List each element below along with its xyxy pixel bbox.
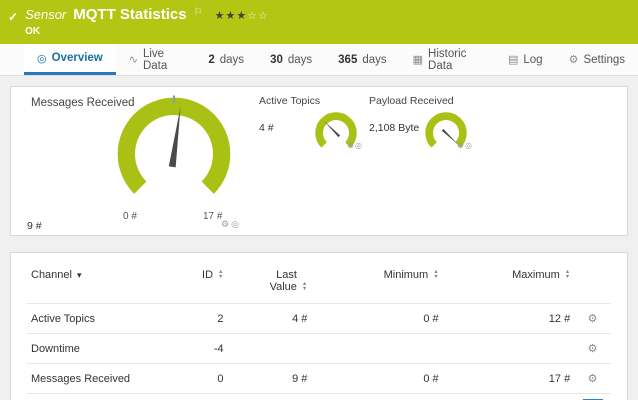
col-header-channel[interactable]: Channel▾ [27,263,168,304]
table-row[interactable]: Payload Received 1 2,108 Byte 0 Byte 2,1… [27,394,611,400]
small-gauge-value: 4 # [259,122,274,134]
col-header-id[interactable]: ID▲▼ [168,263,228,304]
priority-flag-icon[interactable]: ⚐ [194,7,203,18]
overview-icon: ◎ [37,52,47,65]
channels-table: Channel▾ ID▲▼ Last Value▲▼ Minimum▲▼ Max… [27,263,611,400]
priority-stars[interactable]: ★★★☆☆ [215,9,269,22]
gear-icon: ⚙ [569,53,579,66]
messages-received-gauge [109,89,239,219]
channel-id: 0 [168,364,228,394]
tab-overview[interactable]: ◎ Overview [24,44,116,75]
col-header-maximum[interactable]: Maximum▲▼ [443,263,575,304]
tab-live-data[interactable]: ∿ Live Data [116,44,196,75]
channel-maximum: 12 # [443,304,575,334]
prtg-sensor-page: ✓ Sensor MQTT Statistics ⚐ ★★★☆☆ OK ◎ Ov… [0,0,638,400]
col-header-minimum[interactable]: Minimum▲▼ [311,263,442,304]
channel-id: 2 [168,304,228,334]
sensor-title-block: Sensor MQTT Statistics ⚐ ★★★☆☆ OK [25,6,269,37]
tab-bar: ◎ Overview ∿ Live Data 2 days 30 days 36… [0,44,638,76]
gauge-action-icons[interactable]: ⚙◎ [221,220,241,230]
tab-settings[interactable]: ⚙ Settings [556,44,638,75]
channel-last-value [228,334,312,364]
tab-number: 30 [270,54,283,66]
small-gauge-title: Active Topics [259,95,359,107]
channel-maximum: 17 # [443,364,575,394]
gauges-panel: Messages Received 0 # 17 # 9 # ⚙◎ Active… [10,86,628,236]
channel-settings-icon[interactable]: ⚙ [586,372,600,385]
channel-last-value: 9 # [228,364,312,394]
stars-filled[interactable]: ★★★ [215,9,248,22]
sort-icon: ▲▼ [218,270,223,280]
gauge-needle [323,120,340,137]
table-row[interactable]: Messages Received 0 9 # 0 # 17 # ⚙ [27,364,611,394]
gear-icon[interactable]: ⚙ [221,220,231,230]
target-icon[interactable]: ◎ [355,141,363,150]
table-row[interactable]: Active Topics 2 4 # 0 # 12 # ⚙ [27,304,611,334]
channel-settings-icon[interactable]: ⚙ [586,342,600,355]
channel-last-value: 2,108 Byte [228,394,312,400]
channel-last-value: 4 # [228,304,312,334]
sensor-status-badge: OK [25,26,269,37]
sort-caret-icon: ▾ [77,270,82,280]
tab-number: 365 [338,54,357,66]
channels-table-panel: Channel▾ ID▲▼ Last Value▲▼ Minimum▲▼ Max… [10,252,628,400]
sort-icon: ▲▼ [302,282,307,292]
tab-log[interactable]: ▤ Log [495,44,556,75]
channel-id: -4 [168,334,228,364]
channel-settings-icon[interactable]: ⚙ [586,312,600,325]
sort-icon: ▲▼ [433,270,438,280]
tab-label: Settings [583,54,625,66]
historic-data-icon: ▦ [413,53,423,66]
gauge-action-icons[interactable]: ⚙◎ [347,141,363,150]
tab-365-days[interactable]: 365 days [325,44,399,75]
sensor-title: MQTT Statistics [73,6,186,23]
channel-minimum: 0 Byte [311,394,442,400]
small-gauge-active-topics: Active Topics 4 # ⚙◎ [259,95,359,159]
log-icon: ▤ [508,53,518,66]
tab-label: Overview [52,52,103,64]
target-icon[interactable]: ◎ [465,141,473,150]
gauge-min-label: 0 # [123,211,137,222]
col-header-last-value[interactable]: Last Value▲▼ [228,263,312,304]
channel-maximum: 2,120 Byte [443,394,575,400]
stars-empty[interactable]: ☆☆ [247,9,269,22]
tab-historic-data[interactable]: ▦ Historic Data [400,44,495,75]
gear-icon[interactable]: ⚙ [347,141,355,150]
table-row[interactable]: Downtime -4 ⚙ [27,334,611,364]
channel-maximum [443,334,575,364]
sensor-header: ✓ Sensor MQTT Statistics ⚐ ★★★☆☆ OK [0,0,638,44]
sort-icon: ▲▼ [565,270,570,280]
tab-30-days[interactable]: 30 days [257,44,325,75]
channel-minimum: 0 # [311,364,442,394]
table-header-row: Channel▾ ID▲▼ Last Value▲▼ Minimum▲▼ Max… [27,263,611,304]
tab-number: 2 [208,54,214,66]
tab-label: days [288,54,312,66]
object-kind-label: Sensor [25,7,66,22]
tab-2-days[interactable]: 2 days [195,44,257,75]
tab-label: Live Data [143,48,182,72]
small-gauge-payload-received: Payload Received 2,108 Byte ⚙◎ [369,95,469,159]
gauge-action-icons[interactable]: ⚙◎ [457,141,473,150]
channel-name[interactable]: Messages Received [27,364,168,394]
tab-label: Log [523,54,542,66]
channel-minimum [311,334,442,364]
tab-label: Historic Data [428,48,482,72]
tab-label: days [220,54,244,66]
tab-label: days [362,54,386,66]
gear-icon[interactable]: ⚙ [457,141,465,150]
gauge-max-label: 17 # [203,211,222,222]
col-header-tools [574,263,611,304]
channel-name[interactable]: Downtime [27,334,168,364]
live-data-icon: ∿ [129,53,138,66]
small-gauge-value: 2,108 Byte [369,122,419,134]
gauge-value-label: 9 # [27,220,42,232]
channel-name[interactable]: Payload Received [27,394,168,400]
channel-minimum: 0 # [311,304,442,334]
channel-name[interactable]: Active Topics [27,304,168,334]
status-ok-check-icon: ✓ [8,10,18,24]
small-gauge-title: Payload Received [369,95,469,107]
target-icon[interactable]: ◎ [231,220,241,230]
channel-id: 1 [168,394,228,400]
